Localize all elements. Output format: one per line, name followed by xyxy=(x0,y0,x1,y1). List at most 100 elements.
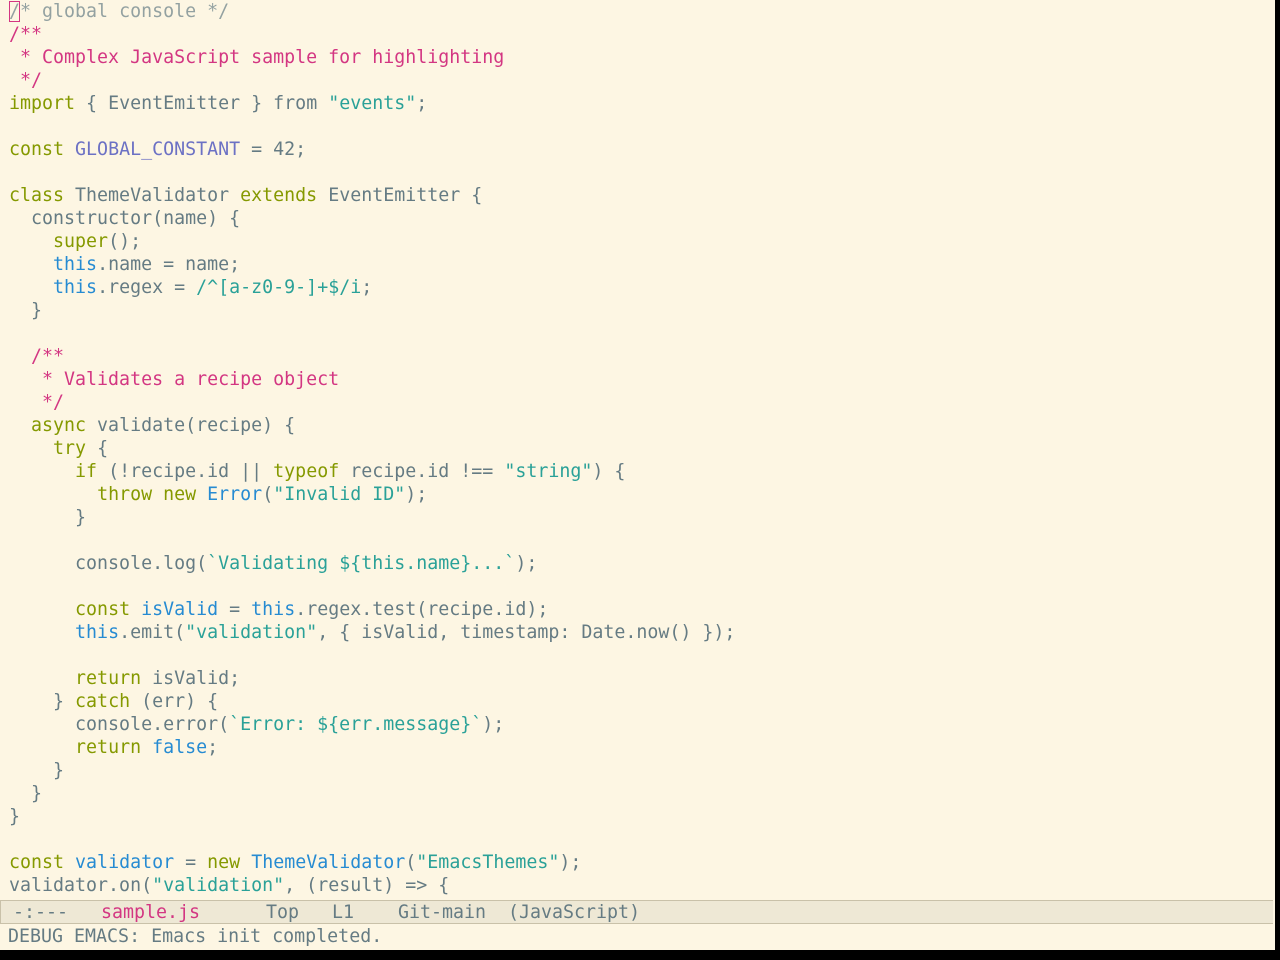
code-line[interactable]: const validator = new ThemeValidator("Em… xyxy=(9,851,581,874)
code-line[interactable]: return isValid; xyxy=(9,667,240,690)
code-line[interactable]: if (!recipe.id || typeof recipe.id !== "… xyxy=(9,460,625,483)
code-line[interactable]: console.error(`Error: ${err.message}`); xyxy=(9,713,504,736)
code-line[interactable]: constructor(name) { xyxy=(9,207,240,230)
code-line[interactable]: } xyxy=(9,759,64,782)
code-token: ) { xyxy=(592,461,626,482)
code-token: * global console */ xyxy=(20,1,230,22)
echo-area: DEBUG EMACS: Emacs init completed. xyxy=(8,926,383,947)
code-token: "events" xyxy=(328,93,417,114)
code-line[interactable]: /** xyxy=(9,23,42,46)
code-token: .regex.test(recipe.id); xyxy=(295,599,549,620)
code-token: .name = name; xyxy=(97,254,241,275)
code-token: const xyxy=(9,139,65,160)
code-token: new xyxy=(163,484,197,505)
code-token: try xyxy=(53,438,87,459)
code-token: class xyxy=(9,185,65,206)
code-line[interactable]: throw new Error("Invalid ID"); xyxy=(9,483,427,506)
code-token: } xyxy=(9,691,76,712)
code-line[interactable]: class ThemeValidator extends EventEmitte… xyxy=(9,184,482,207)
code-token: * Validates a recipe object xyxy=(9,369,340,390)
code-line[interactable]: } catch (err) { xyxy=(9,690,218,713)
code-token: (!recipe.id || xyxy=(97,461,274,482)
modeline-vc-branch[interactable]: Git-main xyxy=(398,901,486,924)
code-token: ); xyxy=(405,484,428,505)
code-token: } xyxy=(9,806,21,827)
modeline-major-mode[interactable]: (JavaScript) xyxy=(508,901,640,924)
code-token: ; xyxy=(361,277,373,298)
code-token: ); xyxy=(515,553,538,574)
code-token: { EventEmitter } xyxy=(75,93,274,114)
code-token: /** xyxy=(9,346,65,367)
code-token: } xyxy=(9,760,65,781)
code-token: async xyxy=(31,415,87,436)
code-line[interactable]: */ xyxy=(9,69,42,92)
code-line[interactable]: } xyxy=(9,782,42,805)
code-token: isValid xyxy=(141,599,219,620)
code-line[interactable]: console.log(`Validating ${this.name}...`… xyxy=(9,552,537,575)
modeline-line-number: L1 xyxy=(332,902,355,923)
code-token: this xyxy=(251,599,296,620)
code-token: , (result) => { xyxy=(284,875,450,896)
code-token: } xyxy=(9,300,43,321)
code-line[interactable]: return false; xyxy=(9,736,218,759)
code-token: } xyxy=(9,507,87,528)
code-token: validator xyxy=(75,852,175,873)
code-token: * Complex JavaScript sample for highligh… xyxy=(9,47,505,68)
code-line[interactable]: * Validates a recipe object xyxy=(9,368,339,391)
code-token: false xyxy=(152,737,208,758)
code-token: typeof xyxy=(273,461,340,482)
code-line[interactable]: } xyxy=(9,299,42,322)
code-token: "validation" xyxy=(152,875,285,896)
code-token: const xyxy=(9,852,65,873)
mode-line[interactable]: -:--- sample.js Top L1 Git-main (JavaScr… xyxy=(0,900,1273,924)
emacs-frame: /* global console *//** * Complex JavaSc… xyxy=(0,0,1275,950)
code-line[interactable]: super(); xyxy=(9,230,141,253)
code-line[interactable]: const isValid = this.regex.test(recipe.i… xyxy=(9,598,548,621)
code-token: */ xyxy=(9,70,43,91)
code-line[interactable]: this.regex = /^[a-z0-9-]+$/i; xyxy=(9,276,372,299)
code-line[interactable]: /* global console */ xyxy=(9,0,229,23)
code-token: GLOBAL_CONSTANT xyxy=(75,139,241,160)
code-token: recipe.id !== xyxy=(339,461,505,482)
code-line[interactable]: async validate(recipe) { xyxy=(9,414,295,437)
code-token: constructor(name) { xyxy=(9,208,241,229)
code-token: const xyxy=(75,599,131,620)
code-token: catch xyxy=(75,691,131,712)
editor-buffer[interactable]: /* global console *//** * Complex JavaSc… xyxy=(0,0,1275,899)
code-token: validate(recipe) { xyxy=(86,415,296,436)
code-token: super xyxy=(53,231,109,252)
code-line[interactable]: import { EventEmitter } from "events"; xyxy=(9,92,427,115)
code-token: (); xyxy=(108,231,142,252)
code-token: `Error: ${err.message}` xyxy=(229,714,483,735)
code-line[interactable]: const GLOBAL_CONSTANT = 42; xyxy=(9,138,306,161)
code-token: EventEmitter { xyxy=(317,185,483,206)
code-line[interactable]: try { xyxy=(9,437,108,460)
code-line[interactable]: } xyxy=(9,805,20,828)
code-token: console.error( xyxy=(9,714,230,735)
code-token: ; xyxy=(207,737,219,758)
code-token: { xyxy=(86,438,109,459)
code-line[interactable]: validator.on("validation", (result) => { xyxy=(9,874,449,897)
code-line[interactable]: /** xyxy=(9,345,64,368)
code-line[interactable]: this.emit("validation", { isValid, times… xyxy=(9,621,735,644)
code-token: return xyxy=(75,737,142,758)
code-line[interactable]: * Complex JavaScript sample for highligh… xyxy=(9,46,504,69)
code-token: isValid; xyxy=(141,668,241,689)
code-line[interactable]: */ xyxy=(9,391,64,414)
code-line[interactable]: } xyxy=(9,506,86,529)
code-token: throw xyxy=(97,484,153,505)
code-token: "string" xyxy=(504,461,593,482)
modeline-status: -:--- xyxy=(13,902,69,923)
modeline-buffer-name[interactable]: sample.js xyxy=(101,901,200,924)
code-line[interactable]: this.name = name; xyxy=(9,253,240,276)
code-token: this xyxy=(53,277,98,298)
